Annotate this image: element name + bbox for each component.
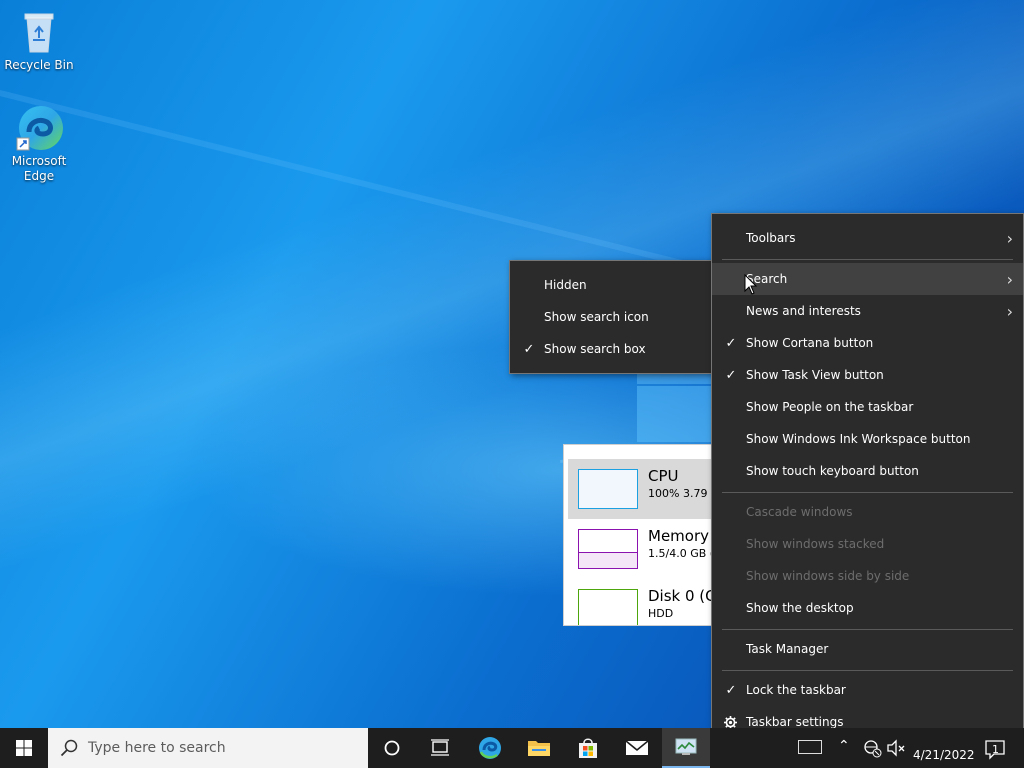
menu-item-label: Show People on the taskbar: [746, 400, 914, 414]
menu-item-label: Show touch keyboard button: [746, 464, 919, 478]
taskbar[interactable]: Type here to search ⌃ 4/21/2022 1: [0, 728, 1024, 768]
menu-item-label: Show search box: [544, 342, 646, 356]
check-icon: ✓: [725, 682, 737, 698]
clock-date[interactable]: 4/21/2022: [913, 748, 975, 762]
action-center-button[interactable]: 1: [984, 738, 1008, 760]
menu-item-show-touch-keyboard[interactable]: Show touch keyboard button: [712, 455, 1023, 487]
task-view-icon: [431, 739, 449, 756]
store-icon: [579, 738, 597, 758]
menu-item-label: News and interests: [746, 304, 861, 318]
perf-row-memory[interactable]: Memory 1.5/4.0 GB (3: [568, 519, 716, 579]
cpu-graph: [578, 469, 638, 509]
menu-separator: [722, 670, 1013, 671]
menu-item-label: Show search icon: [544, 310, 649, 324]
folder-icon: [528, 741, 550, 756]
cortana-icon: [384, 740, 400, 756]
menu-item-toolbars[interactable]: Toolbars ›: [712, 222, 1023, 254]
edge-icon: [15, 104, 63, 152]
perf-row-name: Memory: [648, 527, 710, 545]
perf-row-detail: 1.5/4.0 GB (3: [648, 547, 717, 560]
menu-item-news-and-interests[interactable]: News and interests ›: [712, 295, 1023, 327]
menu-item-task-manager[interactable]: Task Manager: [712, 633, 1023, 665]
desktop-icon-recycle-bin[interactable]: Recycle Bin: [1, 8, 77, 73]
mail-icon: [625, 740, 649, 755]
desktop-icon-label: Microsoft Edge: [11, 154, 67, 183]
menu-item-show-windows-ink[interactable]: Show Windows Ink Workspace button: [712, 423, 1023, 455]
show-hidden-icons-icon[interactable]: ⌃: [838, 738, 850, 754]
menu-item-label: Show Windows Ink Workspace button: [746, 432, 971, 446]
menu-item-hidden[interactable]: Hidden: [510, 269, 714, 301]
file-explorer-button[interactable]: [515, 728, 563, 768]
check-icon: ✓: [523, 341, 535, 357]
desktop-icon-edge[interactable]: Microsoft Edge: [1, 104, 77, 184]
windows-logo-icon: [16, 740, 32, 756]
menu-item-show-task-view-button[interactable]: ✓ Show Task View button: [712, 359, 1023, 391]
check-icon: ✓: [725, 367, 737, 383]
menu-item-label: Show windows side by side: [746, 569, 910, 583]
menu-item-label: Task Manager: [746, 642, 829, 656]
check-icon: ✓: [725, 335, 737, 351]
mail-button[interactable]: [613, 728, 661, 768]
cortana-button[interactable]: [368, 728, 416, 768]
microsoft-store-button[interactable]: [564, 728, 612, 768]
menu-item-show-the-desktop[interactable]: Show the desktop: [712, 592, 1023, 624]
menu-item-search[interactable]: Search ›: [712, 263, 1023, 295]
task-manager-icon: [675, 738, 697, 755]
perf-row-name: CPU: [648, 467, 679, 485]
keyboard-icon[interactable]: [798, 740, 822, 754]
menu-item-show-windows-stacked: Show windows stacked: [712, 528, 1023, 560]
taskbar-search-box[interactable]: Type here to search: [48, 728, 368, 768]
disk-graph: [578, 589, 638, 625]
gear-icon: [724, 715, 738, 729]
menu-item-lock-the-taskbar[interactable]: ✓ Lock the taskbar: [712, 674, 1023, 706]
network-icon[interactable]: [862, 738, 882, 758]
menu-separator: [722, 492, 1013, 493]
task-manager-performance-panel: CPU 100% 3.79 G Memory 1.5/4.0 GB (3 Dis…: [563, 444, 717, 626]
menu-item-show-search-icon[interactable]: Show search icon: [510, 301, 714, 333]
perf-row-detail: 100% 3.79 G: [648, 487, 717, 500]
menu-item-label: Hidden: [544, 278, 587, 292]
menu-item-label: Toolbars: [746, 231, 796, 245]
chevron-right-icon: ›: [1006, 269, 1013, 289]
memory-graph: [578, 529, 638, 569]
menu-item-label: Lock the taskbar: [746, 683, 846, 697]
desktop-icon-label: Recycle Bin: [4, 58, 74, 72]
menu-item-label: Show the desktop: [746, 601, 854, 615]
perf-row-name: Disk 0 (C:: [648, 587, 717, 605]
start-button[interactable]: [0, 728, 48, 768]
menu-item-label: Show Cortana button: [746, 336, 874, 350]
task-manager-taskbar-button[interactable]: [662, 728, 710, 768]
volume-muted-icon[interactable]: [886, 738, 906, 758]
perf-row-disk[interactable]: Disk 0 (C: HDD: [568, 579, 717, 625]
chevron-right-icon: ›: [1006, 228, 1013, 248]
menu-item-show-windows-side-by-side: Show windows side by side: [712, 560, 1023, 592]
recycle-bin-icon: [15, 8, 63, 56]
edge-icon: [479, 737, 501, 759]
menu-item-label: Show Task View button: [746, 368, 884, 382]
search-submenu: Hidden Show search icon ✓ Show search bo…: [509, 260, 715, 374]
taskbar-edge-button[interactable]: [466, 728, 514, 768]
wallpaper-pane: [637, 386, 713, 442]
menu-item-label: Cascade windows: [746, 505, 853, 519]
menu-item-show-cortana-button[interactable]: ✓ Show Cortana button: [712, 327, 1023, 359]
wallpaper-pane: [637, 374, 713, 384]
menu-item-label: Taskbar settings: [746, 715, 844, 729]
perf-row-detail: HDD: [648, 607, 674, 620]
menu-item-show-people[interactable]: Show People on the taskbar: [712, 391, 1023, 423]
search-icon: [60, 739, 78, 757]
menu-item-show-search-box[interactable]: ✓ Show search box: [510, 333, 714, 365]
chevron-right-icon: ›: [1006, 301, 1013, 321]
notification-count: 1: [992, 743, 999, 756]
search-placeholder: Type here to search: [88, 740, 226, 756]
perf-row-cpu[interactable]: CPU 100% 3.79 G: [568, 459, 716, 519]
menu-separator: [722, 629, 1013, 630]
mouse-cursor-icon: [744, 274, 758, 295]
menu-item-label: Show windows stacked: [746, 537, 885, 551]
menu-item-cascade-windows: Cascade windows: [712, 496, 1023, 528]
task-view-button[interactable]: [416, 728, 464, 768]
menu-separator: [722, 259, 1013, 260]
